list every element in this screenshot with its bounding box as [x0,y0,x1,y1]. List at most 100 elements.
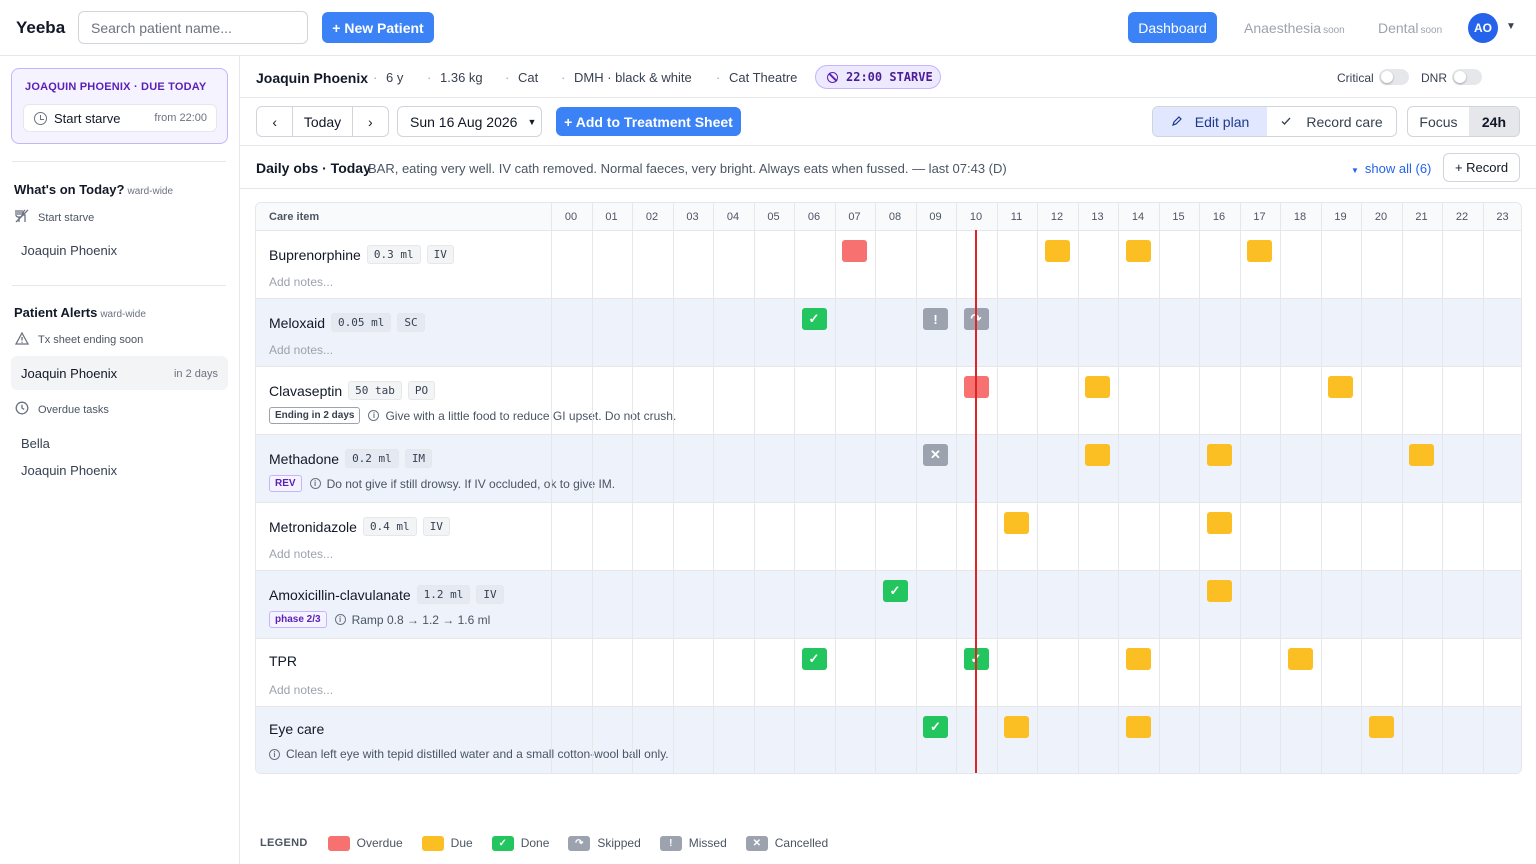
treatment-name: Methadone 0.2 ml IM [269,449,433,468]
overdue-subheading: Overdue tasks [14,401,109,418]
task-cell-done[interactable]: ✓ [923,716,948,738]
grid-header: Care item 00 01 02 03 04 05 06 07 08 09 10 11 12 13 14… [256,203,1521,231]
divider [12,161,226,162]
nav-dashboard[interactable]: Dashboard [1128,12,1217,43]
due-today-card[interactable]: JOAQUIN PHOENIX · DUE TODAY Start starve… [11,68,228,144]
due-task[interactable]: Start starve from 22:00 [23,104,217,132]
task-cell-due[interactable] [1044,240,1070,262]
treatment-row[interactable]: Amoxicillin-clavulanate 1.2 ml IV phase 2/3… [256,571,1521,639]
task-cell-done[interactable]: ✓ [801,648,827,670]
hour-header: 22 [1455,211,1469,223]
task-cell-cancelled[interactable]: ✕ [923,444,948,466]
whats-on-patient[interactable]: Joaquin Phoenix [21,243,117,258]
task-cell-missed[interactable]: ! [923,308,948,330]
soon-badge: soon [1323,25,1345,36]
legend-label: Skipped [597,836,641,850]
search-input[interactable] [78,11,308,44]
task-cell-done[interactable]: ✓ [882,580,908,602]
treatment-row[interactable]: Clavaseptin 50 tab PO Ending in 2 days i Give… [256,367,1521,435]
date-picker[interactable]: Sun 16 Aug 2026 ▼ [397,106,542,137]
task-cell-due[interactable] [1287,648,1313,670]
scope-label: ward-wide [100,309,146,320]
prev-day-button[interactable]: ‹ [257,107,292,136]
patient-weight: 1.36 kg [440,70,483,85]
brand-logo[interactable]: Yeeba [16,18,65,38]
critical-label: Critical [1337,71,1374,85]
task-cell-due[interactable] [1206,512,1232,534]
patient-header: Joaquin Phoenix · 6 y · 1.36 kg · Cat · … [240,56,1536,98]
add-notes-field[interactable]: Add notes... [269,683,333,697]
edit-plan-button[interactable]: Edit plan [1153,107,1268,136]
separator-dot: · [427,70,432,85]
sidebar: JOAQUIN PHOENIX · DUE TODAY Start starve… [0,56,240,864]
add-notes-field[interactable]: Add notes... [269,343,333,357]
treatment-row[interactable]: Methadone 0.2 ml IM REV i Do not give if stil… [256,435,1521,503]
edit-plan-label: Edit plan [1194,113,1250,130]
task-cell-due[interactable] [1125,716,1151,738]
hour-gridline [753,203,755,773]
no-entry-icon [827,71,838,83]
task-cell-due[interactable] [1368,716,1394,738]
task-cell-due[interactable] [1409,444,1434,466]
task-cell-due[interactable] [1085,376,1110,398]
patient-name: Joaquin Phoenix [256,70,369,86]
treatment-name-text: Methadone [269,450,340,467]
task-cell-due[interactable] [1328,376,1353,398]
nav-anaesthesia-label: Anaesthesia [1244,20,1322,36]
overdue-patient[interactable]: Bella [21,436,50,451]
fork-knife-crossed-icon [14,209,30,226]
task-cell-due[interactable] [1206,580,1232,602]
hour-header: 06 [807,211,821,223]
hour-gridline [1037,203,1038,773]
check-icon: ✓ [808,311,820,326]
task-cell-overdue[interactable] [842,240,867,262]
treatment-grid: Care item 00 01 02 03 04 05 06 07 08 09 10 11 12 13 14… [255,202,1522,774]
starve-label: 22:00 STARVE [846,70,933,84]
treatment-note: Ending in 2 days i Give with a little food… [269,407,676,424]
task-cell-due[interactable] [1206,444,1232,466]
nav-dental-label: Dental [1378,20,1419,36]
task-cell-due[interactable] [1004,512,1029,534]
patient-age: 6 y [386,70,404,85]
task-cell-due[interactable] [1125,240,1151,262]
treatment-row[interactable]: TPRAdd notes...✓✓ [256,639,1521,707]
record-care-button[interactable]: Record care [1267,107,1396,136]
avatar[interactable]: AO [1468,13,1498,43]
task-cell-due[interactable] [1085,444,1110,466]
focus-view-button[interactable]: Focus [1408,107,1469,136]
next-day-button[interactable]: › [353,107,388,136]
treatment-row[interactable]: Meloxaid0.05 mlSCAdd notes...✓!↷ [256,299,1521,367]
daily-obs-bar: Daily obs · Today BAR, eating very well.… [240,146,1536,189]
treatment-note: phase 2/3 i Ramp 0.8 → 1.2 → 1.6 ml [269,611,490,628]
hour-header: 14 [1131,211,1145,223]
task-cell-done[interactable]: ✓ [801,308,827,330]
task-cell-due[interactable] [1247,240,1272,262]
add-notes-field[interactable]: Add notes... [269,275,333,289]
tx-ending-patient-row[interactable]: Joaquin Phoenix in 2 days [11,356,228,390]
nav-dental[interactable]: Dental soon [1378,20,1442,36]
info-icon: i [334,614,346,625]
starve-badge[interactable]: 22:00 STARVE [815,65,941,89]
show-all-link[interactable]: ▼ show all (6) [1351,161,1431,176]
treatment-name-text: Metronidazole [269,518,357,535]
new-patient-button[interactable]: + New Patient [322,12,434,43]
legend-swatch-skipped: ↷ [568,835,591,851]
dnr-toggle[interactable] [1452,69,1482,85]
treatment-row[interactable]: Eye care i Clean left eye with tepid disti… [256,707,1521,773]
today-button[interactable]: Today [292,107,353,136]
critical-toggle[interactable] [1379,69,1409,85]
record-obs-button[interactable]: + Record [1443,153,1520,182]
task-cell-due[interactable] [1004,716,1029,738]
add-to-treatment-sheet-button[interactable]: + Add to Treatment Sheet [556,107,741,136]
add-notes-field[interactable]: Add notes... [269,547,333,561]
task-cell-due[interactable] [1125,648,1151,670]
24h-view-button[interactable]: 24h [1468,107,1519,136]
hour-header: 03 [686,211,699,223]
treatment-name: Buprenorphine 0.3 ml IV [269,245,454,264]
treatment-row[interactable]: Metronidazole 0.4 ml IV Add notes... [256,503,1521,571]
legend: LEGEND Overdue Due ✓ Done ↷ Skipped! Missed ✕ Ca… [260,834,847,852]
nav-anaesthesia[interactable]: Anaesthesia soon [1244,20,1345,36]
treatment-row[interactable]: Buprenorphine 0.3 ml IV Add notes... [256,231,1521,299]
overdue-patient[interactable]: Joaquin Phoenix [21,463,117,478]
chevron-down-icon[interactable]: ▼ [1506,21,1516,32]
